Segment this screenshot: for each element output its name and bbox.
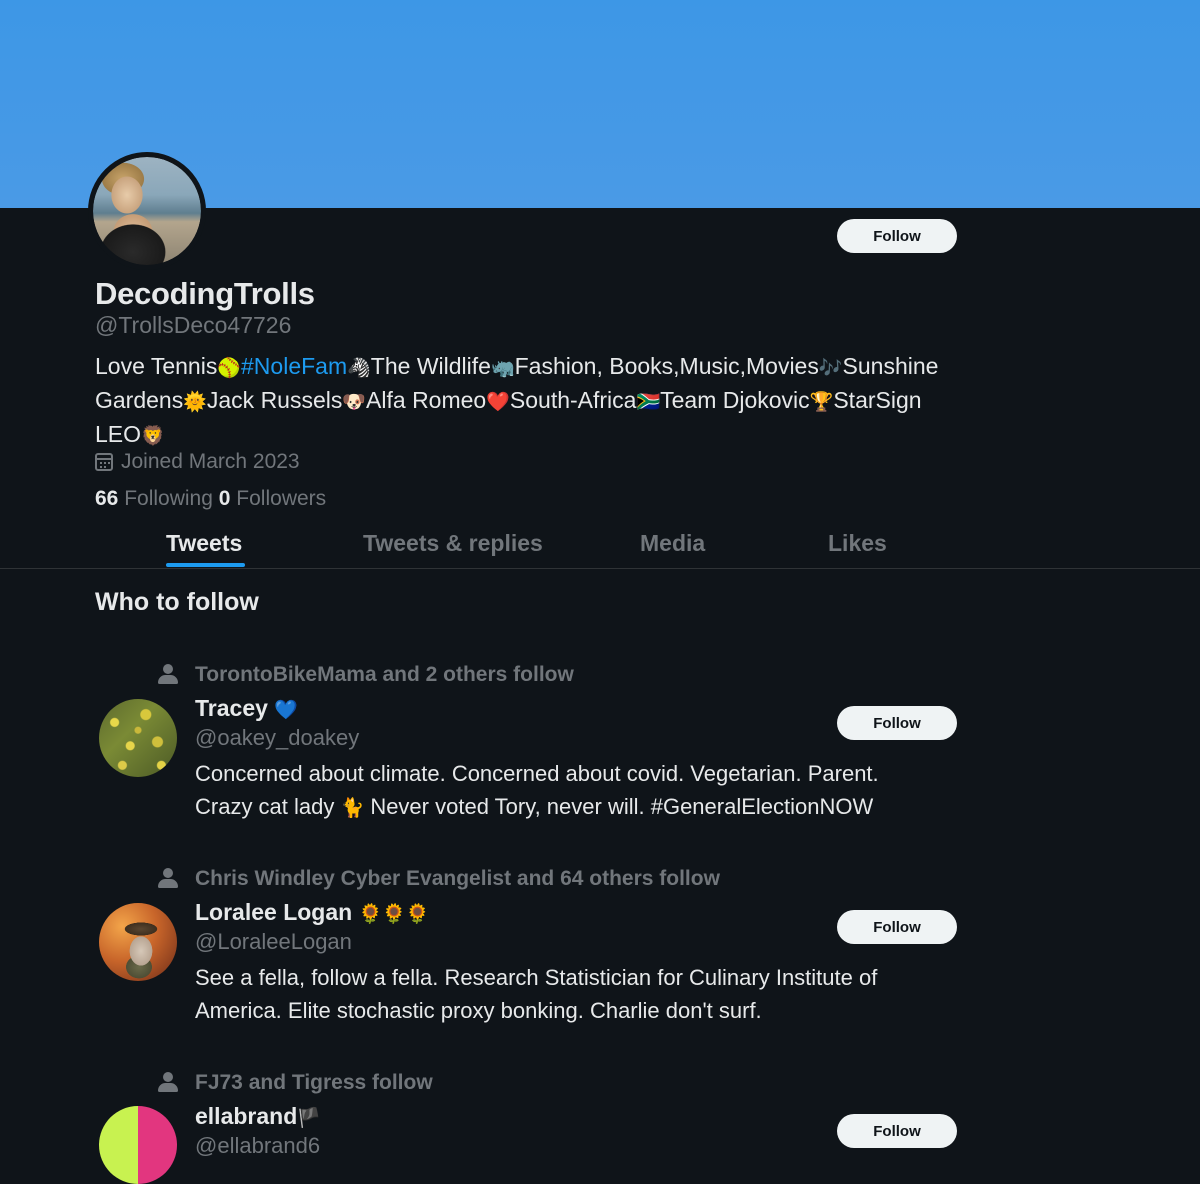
follow-button[interactable]: Follow [837, 706, 957, 740]
bio-line: Crazy cat lady 🐈 Never voted Tory, never… [195, 790, 975, 825]
social-context: TorontoBikeMama and 2 others follow [195, 663, 574, 686]
joined-date: Joined March 2023 [95, 450, 300, 474]
bio-text: Alfa Romeo [366, 387, 487, 413]
followers-link[interactable]: 0 Followers [219, 487, 326, 510]
avatar[interactable] [99, 699, 177, 777]
profile-follow-button[interactable]: Follow [837, 219, 957, 253]
social-context: FJ73 and Tigress follow [195, 1071, 433, 1094]
profile-handle: @TrollsDeco47726 [95, 312, 292, 338]
following-label: Following [124, 487, 213, 510]
south-africa-flag-icon: 🇿🇦 [636, 391, 661, 413]
bio-text: Love Tennis [95, 353, 218, 379]
suggestion-name[interactable]: Loralee Logan 🌻🌻🌻 [195, 899, 430, 926]
bio-line: Concerned about climate. Concerned about… [195, 761, 879, 786]
tab-tweets[interactable]: Tweets [166, 530, 242, 557]
profile-avatar[interactable] [88, 152, 206, 270]
sunflower-icon: 🌻🌻🌻 [358, 903, 430, 925]
avatar[interactable] [99, 1106, 177, 1184]
follow-button[interactable]: Follow [837, 1114, 957, 1148]
followers-label: Followers [236, 487, 327, 510]
bio-text: The Wildlife [370, 353, 491, 379]
cat-icon: 🐈 [340, 797, 365, 819]
person-icon [158, 664, 178, 684]
tennis-ball-icon: 🥎 [217, 357, 242, 379]
follow-button[interactable]: Follow [837, 910, 957, 944]
suggestion-name[interactable]: ellabrand🏴 [195, 1103, 321, 1130]
bio-text: South-Africa [509, 387, 637, 413]
profile-tabs: Tweets Tweets & replies Media Likes [0, 526, 1200, 569]
bio-text: Never voted Tory, never will. #GeneralEl… [370, 794, 874, 819]
blue-heart-icon: 💙 [274, 699, 298, 721]
suggestion-handle: @oakey_doakey [195, 725, 360, 750]
profile-bio: Love Tennis🥎#NoleFam🦓The Wildlife🦏Fashio… [95, 350, 955, 452]
tab-media[interactable]: Media [640, 530, 705, 557]
heart-icon: ❤️ [486, 391, 510, 413]
social-context: Chris Windley Cyber Evangelist and 64 ot… [195, 867, 720, 890]
person-icon [158, 868, 178, 888]
profile-photo [93, 157, 201, 265]
name-text: ellabrand [195, 1103, 298, 1129]
music-notes-icon: 🎶 [818, 357, 843, 379]
avatar[interactable] [99, 903, 177, 981]
tab-tweets-replies[interactable]: Tweets & replies [363, 530, 543, 557]
active-tab-indicator [166, 563, 245, 567]
suggestion-handle: @LoraleeLogan [195, 929, 352, 954]
trophy-icon: 🏆 [809, 391, 834, 413]
calendar-icon [95, 453, 113, 471]
lion-icon: 🦁 [141, 425, 165, 447]
bio-line: See a fella, follow a fella. Research St… [195, 965, 878, 990]
name-text: Loralee Logan [195, 899, 353, 925]
display-name: DecodingTrolls [95, 276, 315, 311]
suggestion-bio: See a fella, follow a fella. Research St… [195, 961, 975, 1027]
bio-text: Team Djokovic [660, 387, 810, 413]
bio-text: Crazy cat lady [195, 794, 335, 819]
suggestion-handle: @ellabrand6 [195, 1133, 321, 1158]
bio-line: America. Elite stochastic proxy bonking.… [195, 998, 762, 1023]
suggestion-name[interactable]: Tracey 💙 [195, 695, 298, 722]
following-count: 66 [95, 487, 119, 510]
rhino-icon: 🦏 [490, 357, 515, 379]
dog-icon: 🐶 [342, 391, 367, 413]
suggestion-bio: Concerned about climate. Concerned about… [195, 757, 975, 825]
tab-likes[interactable]: Likes [828, 530, 887, 557]
following-link[interactable]: 66 Following [95, 487, 213, 510]
person-icon [158, 1072, 178, 1092]
who-to-follow-title: Who to follow [95, 588, 259, 616]
name-text: Tracey [195, 695, 268, 721]
follow-stats: 66 Following 0 Followers [95, 487, 326, 511]
bio-text: Jack Russels [206, 387, 343, 413]
zebra-icon: 🦓 [347, 357, 371, 379]
joined-text: Joined March 2023 [121, 450, 300, 473]
sun-icon: 🌞 [183, 391, 207, 413]
bio-hashtag-link[interactable]: #NoleFam [241, 353, 347, 379]
followers-count: 0 [218, 487, 231, 510]
scotland-flag-icon: 🏴 [297, 1107, 321, 1129]
bio-text: Fashion, Books,Music,Movies [514, 353, 819, 379]
